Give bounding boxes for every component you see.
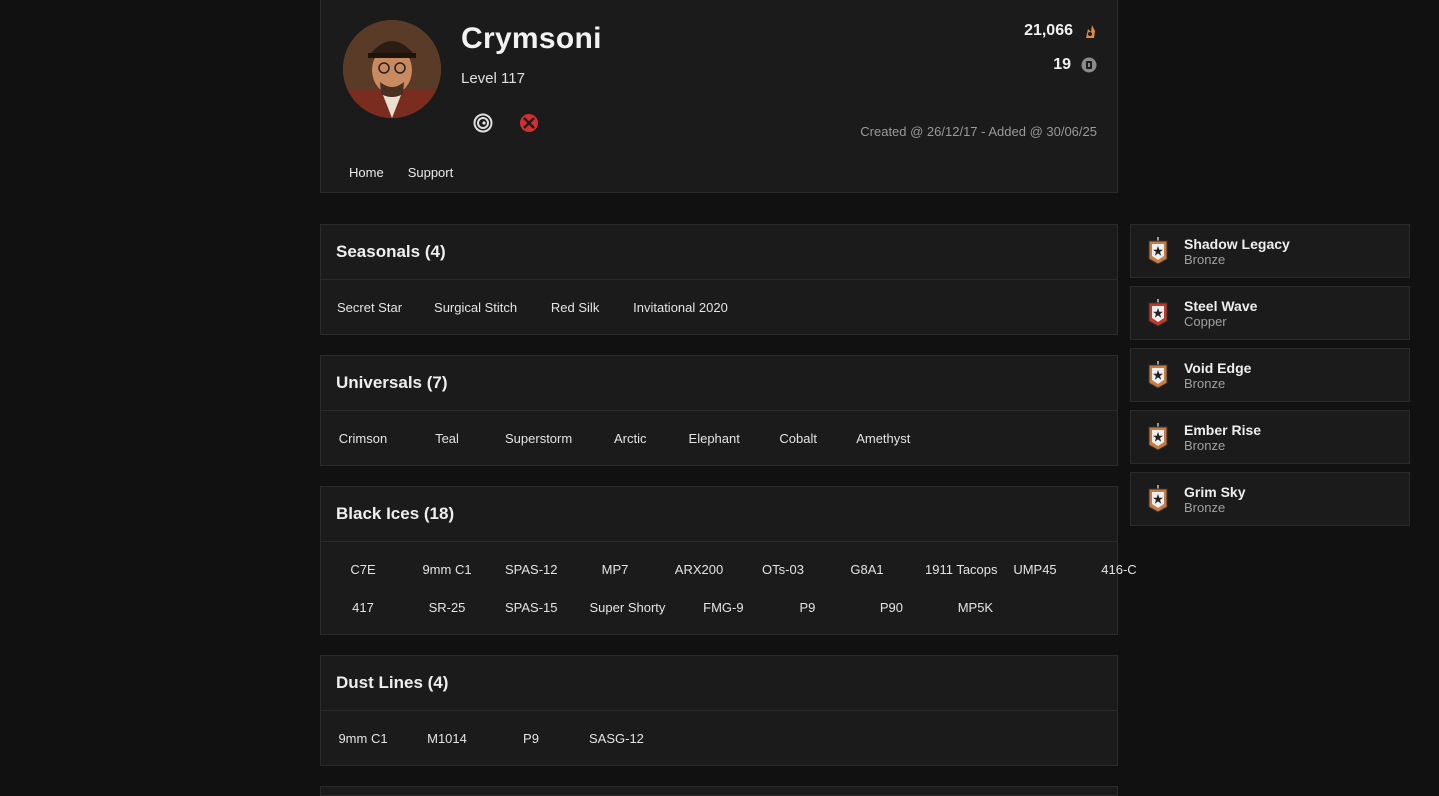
nav-home[interactable]: Home (349, 165, 384, 180)
black-ice-item[interactable]: G8A1 (833, 562, 901, 577)
universal-item[interactable]: Superstorm (497, 431, 580, 446)
account-dates: Created @ 26/12/17 - Added @ 30/06/25 (860, 124, 1097, 139)
dust-lines-title: Dust Lines (4) (321, 656, 1117, 711)
xbox-icon[interactable] (518, 112, 540, 134)
rank-season-name: Ember Rise (1184, 421, 1262, 438)
black-ice-item[interactable]: SR-25 (413, 600, 481, 615)
seasonals-section: Seasonals (4) Secret Star Surgical Stitc… (320, 224, 1118, 335)
nav-support[interactable]: Support (408, 165, 454, 180)
black-ice-item[interactable]: FMG-9 (689, 600, 757, 615)
black-ice-item[interactable]: SPAS-12 (497, 562, 565, 577)
black-ice-item[interactable]: Super Shorty (582, 600, 674, 615)
black-ice-item[interactable]: P9 (773, 600, 841, 615)
dust-line-item[interactable]: 9mm C1 (329, 731, 397, 746)
rank-card[interactable]: Grim Sky Bronze (1130, 472, 1410, 526)
seasonals-list: Secret Star Surgical Stitch Red Silk Inv… (329, 288, 1109, 326)
avatar (343, 20, 441, 118)
seasonals-title: Seasonals (4) (321, 225, 1117, 280)
black-ices-section: Black Ices (18) C7E 9mm C1 SPAS-12 MP7 A… (320, 486, 1137, 635)
black-ice-item[interactable]: 1911 Tacops (917, 562, 998, 577)
black-ice-item[interactable]: ARX200 (665, 562, 733, 577)
rank-card[interactable]: Ember Rise Bronze (1130, 410, 1410, 464)
black-ices-row: 417 SR-25 SPAS-15 Super Shorty FMG-9 P9 … (329, 588, 1109, 626)
universal-item[interactable]: Arctic (596, 431, 664, 446)
next-section (320, 786, 1118, 796)
dust-lines-list: 9mm C1 M1014 P9 SASG-12 (329, 719, 1109, 757)
black-ices-row: C7E 9mm C1 SPAS-12 MP7 ARX200 OTs-03 G8A… (329, 550, 1136, 588)
renown-icon (1086, 25, 1095, 38)
rank-tier: Bronze (1184, 375, 1226, 391)
black-ice-item[interactable]: C7E (329, 562, 397, 577)
rank-season-name: Grim Sky (1184, 483, 1246, 500)
dust-line-item[interactable]: SASG-12 (581, 731, 652, 746)
universals-list: Crimson Teal Superstorm Arctic Elephant … (329, 419, 1109, 457)
rank-season-name: Void Edge (1184, 359, 1252, 376)
rank-season-name: Shadow Legacy (1184, 235, 1290, 252)
ubisoft-icon[interactable] (472, 112, 494, 134)
rank-card[interactable]: Void Edge Bronze (1130, 348, 1410, 402)
rank-tier: Bronze (1184, 251, 1226, 267)
dust-line-item[interactable]: P9 (497, 731, 565, 746)
renown-stat: 21,066 (1024, 22, 1097, 40)
black-ices-title: Black Ices (18) (321, 487, 1117, 542)
rank-season-name: Steel Wave (1184, 297, 1258, 314)
rank-badge-icon (1148, 485, 1168, 513)
credits-stat: 19 (1053, 56, 1097, 74)
universals-section: Universals (7) Crimson Teal Superstorm A… (320, 355, 1118, 466)
universal-item[interactable]: Amethyst (848, 431, 918, 446)
universal-item[interactable]: Crimson (329, 431, 397, 446)
black-ice-item[interactable]: P90 (857, 600, 925, 615)
black-ice-item[interactable]: 416-C (1085, 562, 1153, 577)
universal-item[interactable]: Elephant (680, 431, 748, 446)
seasonal-item[interactable]: Surgical Stitch (426, 300, 525, 315)
black-ice-item[interactable]: MP5K (941, 600, 1009, 615)
black-ice-item[interactable]: MP7 (581, 562, 649, 577)
universal-item[interactable]: Cobalt (764, 431, 832, 446)
black-ice-item[interactable]: OTs-03 (749, 562, 817, 577)
renown-value: 21,066 (1024, 22, 1073, 39)
black-ice-item[interactable]: 417 (329, 600, 397, 615)
universal-item[interactable]: Teal (413, 431, 481, 446)
seasonal-item[interactable]: Red Silk (541, 300, 609, 315)
rank-badge-icon (1148, 423, 1168, 451)
dust-line-item[interactable]: M1014 (413, 731, 481, 746)
credits-icon (1081, 57, 1097, 73)
black-ice-item[interactable]: SPAS-15 (497, 600, 566, 615)
credits-value: 19 (1053, 56, 1071, 73)
universals-title: Universals (7) (321, 356, 1117, 411)
black-ice-item[interactable]: 9mm C1 (413, 562, 481, 577)
rank-tier: Bronze (1184, 499, 1226, 515)
profile-card: Crymsoni Level 117 21,066 19 Created @ 2… (320, 0, 1118, 193)
season-ranks: Shadow Legacy Bronze Steel Wave Copper V… (1130, 224, 1410, 534)
rank-card[interactable]: Steel Wave Copper (1130, 286, 1410, 340)
rank-badge-icon (1148, 361, 1168, 389)
rank-tier: Bronze (1184, 437, 1226, 453)
rank-badge-icon (1148, 237, 1168, 265)
username: Crymsoni (461, 22, 602, 55)
rank-tier: Copper (1184, 313, 1227, 329)
rank-card[interactable]: Shadow Legacy Bronze (1130, 224, 1410, 278)
dust-lines-section: Dust Lines (4) 9mm C1 M1014 P9 SASG-12 (320, 655, 1118, 766)
rank-badge-icon (1148, 299, 1168, 327)
seasonal-item[interactable]: Invitational 2020 (625, 300, 736, 315)
seasonal-item[interactable]: Secret Star (329, 300, 410, 315)
black-ice-item[interactable]: UMP45 (1001, 562, 1069, 577)
profile-nav: Home Support (349, 165, 453, 180)
player-level: Level 117 (461, 70, 525, 87)
